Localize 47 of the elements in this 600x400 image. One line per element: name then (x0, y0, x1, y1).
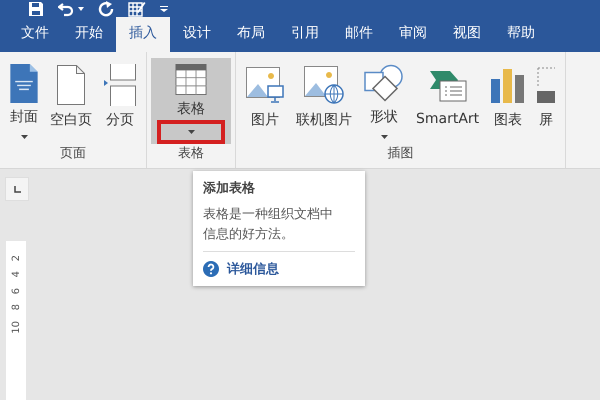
tooltip-title: 添加表格 (203, 180, 256, 197)
group-label: 表格 (177, 145, 205, 163)
undo-icon[interactable] (58, 0, 76, 16)
ribbon-button[interactable]: 表格 (151, 58, 231, 144)
customize-caret-icon[interactable] (160, 6, 168, 12)
table-edit-icon[interactable] (128, 0, 146, 17)
ribbon-button[interactable]: 分页 (98, 58, 142, 144)
ribbon-tab[interactable]: 审阅 (386, 17, 440, 52)
online-picture-icon (304, 64, 344, 106)
ribbon-tab[interactable]: 文件 (8, 17, 62, 52)
ribbon-tab[interactable]: 设计 (170, 17, 224, 52)
ribbon-tab[interactable]: 布局 (224, 17, 278, 52)
tab-selector[interactable] (5, 177, 29, 201)
blank-page-icon (57, 64, 85, 106)
ribbon-button[interactable]: 图片 (240, 58, 290, 144)
more-info-link[interactable]: 详细信息 (203, 251, 355, 286)
save-icon[interactable] (28, 0, 44, 16)
ribbon-button[interactable]: 封面 (4, 58, 44, 144)
page-break-icon (104, 64, 136, 106)
picture-icon (246, 64, 284, 106)
ribbon-button[interactable]: 图表 (485, 58, 532, 144)
ribbon-tab[interactable]: 开始 (62, 17, 116, 52)
ribbon-tab[interactable]: 视图 (440, 17, 494, 52)
help-icon (203, 261, 219, 277)
shapes-icon (364, 64, 404, 103)
ribbon-button[interactable]: SmartArt (410, 58, 486, 144)
ribbon-tab[interactable]: 帮助 (494, 17, 548, 52)
ribbon-button[interactable]: 屏 (531, 58, 562, 144)
cover-page-icon (10, 64, 38, 103)
ribbon-button[interactable]: 形状 (358, 58, 410, 144)
ruler-number: 2 (10, 255, 22, 262)
ruler-number: 4 (10, 271, 22, 278)
ribbon-button[interactable]: 联机图片 (290, 58, 358, 144)
table-icon (174, 64, 208, 95)
ruler-number: 6 (10, 288, 22, 294)
group-label: 页面 (59, 145, 87, 163)
ribbon-tab[interactable]: 引用 (278, 17, 332, 52)
left-tab-stop-icon (14, 186, 20, 192)
ruler-number: 8 (10, 304, 22, 310)
ribbon-tab[interactable]: 插入 (116, 17, 170, 52)
caret-icon[interactable] (78, 6, 84, 10)
ribbon-tab[interactable]: 邮件 (332, 17, 386, 52)
tooltip-text: 表格是一种组织文档中信息的好方法。 (203, 206, 334, 244)
ruler-number: 10 (10, 320, 22, 334)
group-label: 插图 (386, 145, 415, 163)
ribbon-button[interactable]: 空白页 (44, 58, 98, 144)
redo-icon[interactable] (98, 0, 114, 16)
